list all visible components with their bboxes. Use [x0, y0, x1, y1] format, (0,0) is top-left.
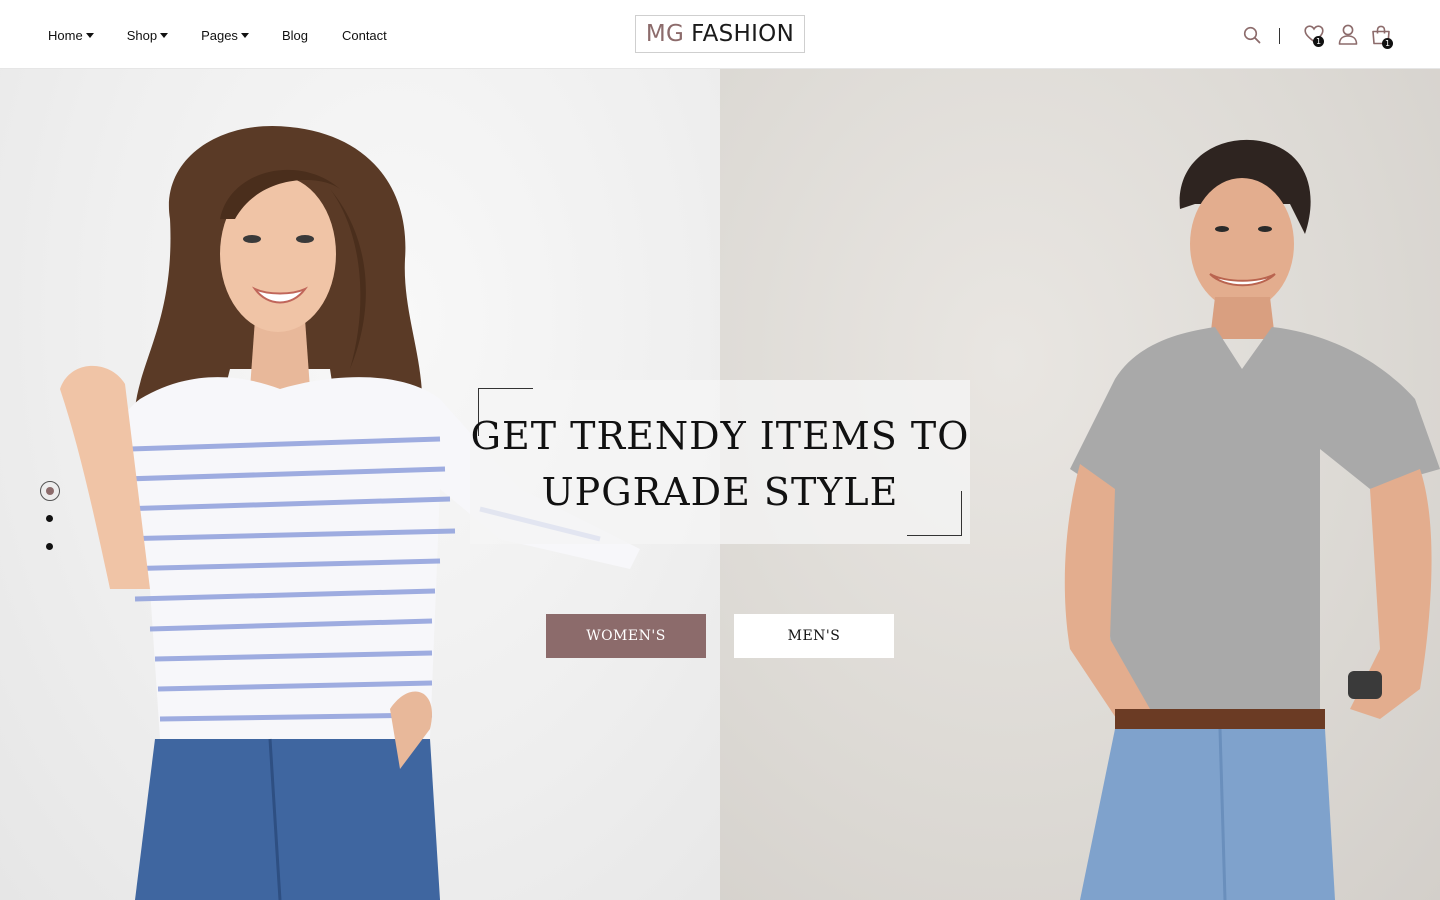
- nav-item-shop[interactable]: Shop: [126, 27, 169, 43]
- nav-item-pages[interactable]: Pages: [201, 28, 249, 43]
- main-nav: Home Shop Pages Blog Contact: [48, 25, 387, 45]
- nav-item-blog-label: Blog: [281, 27, 308, 43]
- caret-down-icon: [85, 32, 94, 38]
- nav-item-contact[interactable]: Contact: [342, 28, 387, 43]
- logo-fashion: FASHION: [691, 21, 795, 47]
- nav-item-pages-label: Pages: [201, 27, 238, 43]
- nav-item-blog[interactable]: Blog: [282, 28, 308, 43]
- site-header: Home Shop Pages Blog Contact MG FASHION: [0, 0, 1440, 69]
- nav-item-shop-label: Shop: [126, 27, 158, 43]
- hero-headline-box: GET TRENDY ITEMS TO UPGRADE STYLE: [470, 380, 970, 544]
- hero-headline: GET TRENDY ITEMS TO UPGRADE STYLE: [470, 408, 970, 520]
- site-logo[interactable]: MG FASHION: [635, 15, 805, 53]
- cart-button[interactable]: 1: [1371, 25, 1393, 49]
- slide-dot-3[interactable]: [46, 543, 53, 550]
- caret-down-icon: [160, 32, 169, 38]
- search-button[interactable]: [1243, 26, 1261, 44]
- hero-headline-line1: GET TRENDY ITEMS TO: [470, 414, 970, 458]
- slide-dot-2[interactable]: [46, 515, 53, 522]
- nav-item-home-label: Home: [48, 27, 83, 43]
- slide-dot-1[interactable]: [40, 481, 60, 501]
- wishlist-button[interactable]: 1: [1304, 25, 1324, 47]
- hero-slider: GET TRENDY ITEMS TO UPGRADE STYLE WOMEN'…: [0, 69, 1440, 900]
- user-icon: [1338, 24, 1358, 45]
- nav-item-contact-label: Contact: [341, 27, 387, 43]
- account-button[interactable]: [1338, 24, 1358, 45]
- header-divider: [1279, 28, 1280, 44]
- cart-count-badge: 1: [1382, 38, 1393, 49]
- search-icon: [1243, 26, 1261, 44]
- caret-down-icon: [240, 32, 249, 38]
- nav-item-home[interactable]: Home: [48, 28, 94, 43]
- womens-button[interactable]: WOMEN'S: [546, 614, 706, 658]
- mens-button[interactable]: MEN'S: [734, 614, 894, 658]
- wishlist-count-badge: 1: [1313, 36, 1324, 47]
- logo-mg: MG: [645, 21, 685, 47]
- hero-headline-line2: UPGRADE STYLE: [541, 470, 899, 514]
